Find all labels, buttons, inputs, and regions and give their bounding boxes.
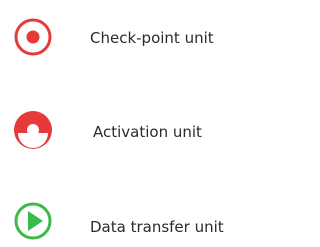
data-transfer-unit-icon	[14, 202, 52, 240]
legend-label-activation: Activation unit	[93, 123, 202, 141]
legend-label-checkpoint: Check-point unit	[90, 29, 214, 47]
activation-unit-icon	[14, 111, 52, 149]
legend-label-data-transfer: Data transfer unit	[90, 218, 224, 236]
legend-item-data-transfer: Data transfer unit	[0, 201, 248, 241]
legend-item-activation: Activation unit	[0, 110, 248, 150]
legend-item-checkpoint: Check-point unit	[0, 17, 248, 57]
checkpoint-unit-icon	[14, 18, 52, 56]
